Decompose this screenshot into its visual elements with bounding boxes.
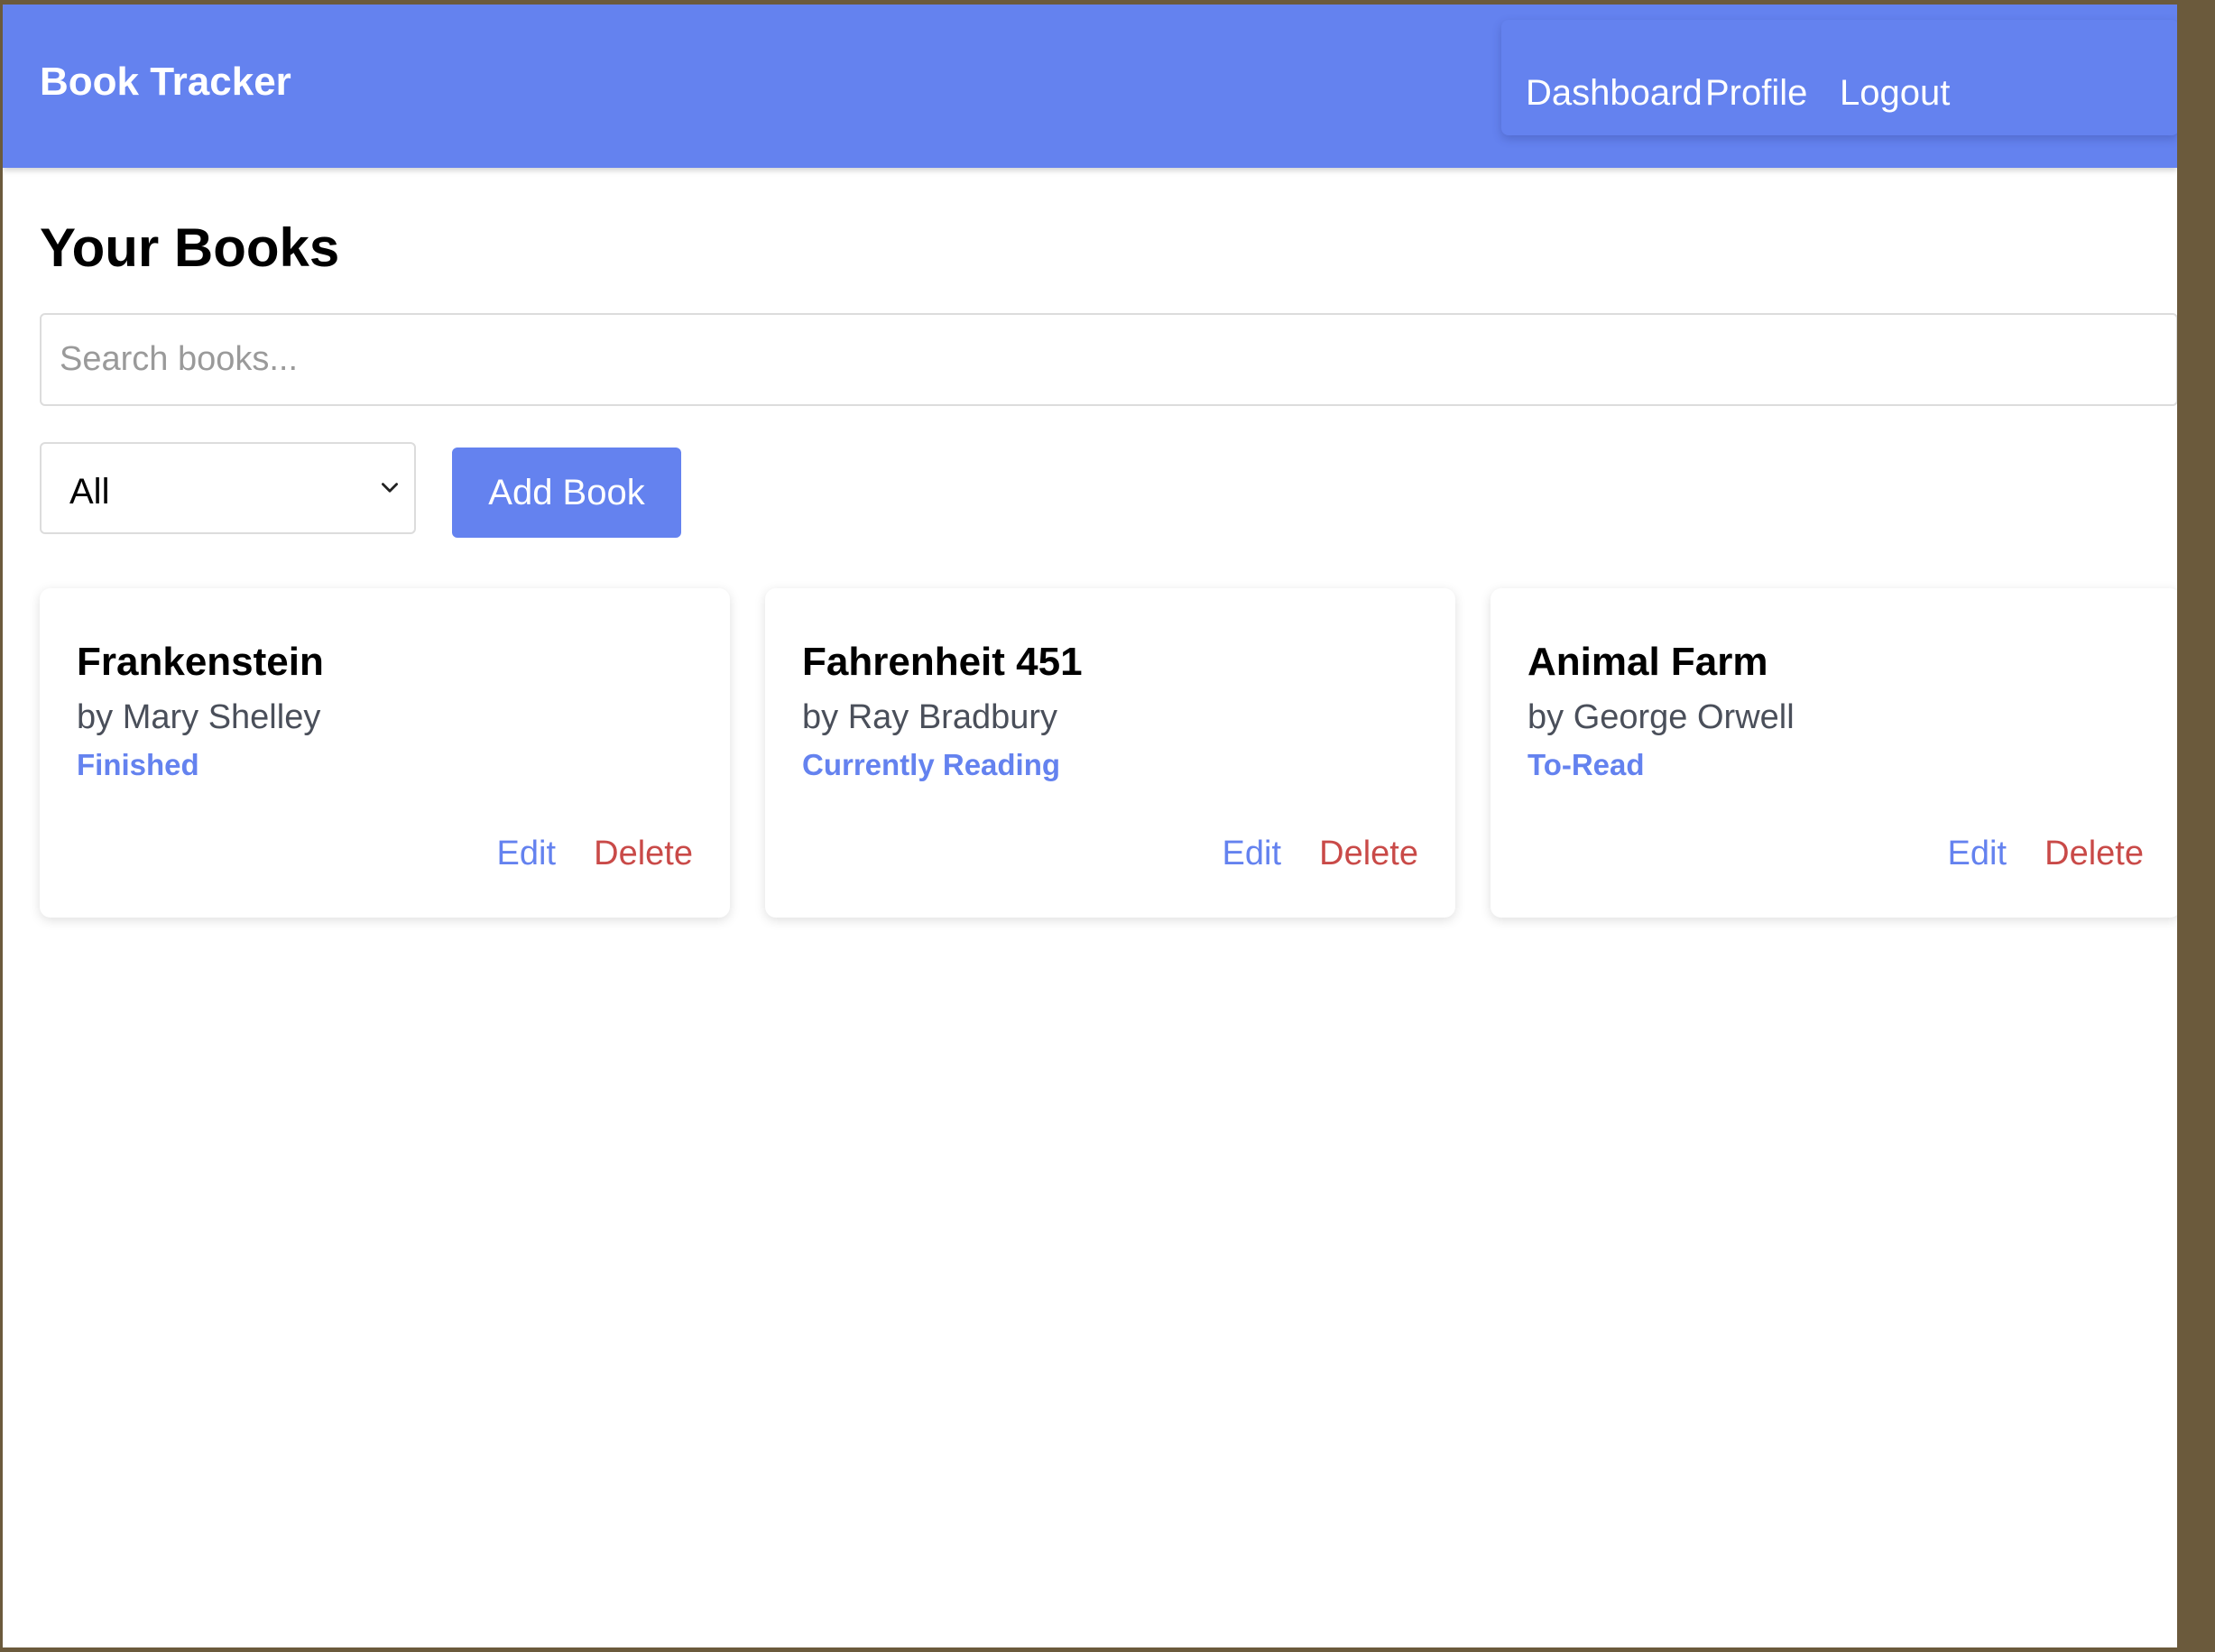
- delete-book-button[interactable]: Delete: [1319, 836, 1418, 871]
- book-author: by George Orwell: [1527, 698, 1795, 736]
- add-book-button[interactable]: Add Book: [452, 448, 681, 538]
- book-title: Fahrenheit 451: [802, 640, 1083, 684]
- edit-book-button[interactable]: Edit: [1223, 836, 1281, 871]
- status-filter-value: All: [69, 472, 110, 512]
- book-status: Currently Reading: [802, 748, 1061, 781]
- book-status: Finished: [77, 748, 199, 781]
- book-author: by Ray Bradbury: [802, 698, 1058, 736]
- nav-link-dashboard[interactable]: Dashboard: [1526, 75, 1703, 111]
- navbar: Book Tracker Dashboard Profile Logout: [3, 5, 2177, 168]
- book-title: Frankenstein: [77, 640, 324, 684]
- search-input[interactable]: [40, 313, 2177, 406]
- book-card: Fahrenheit 451 by Ray Bradbury Currently…: [765, 588, 1455, 918]
- book-status: To-Read: [1527, 748, 1645, 781]
- edit-book-button[interactable]: Edit: [1948, 836, 2007, 871]
- app-brand[interactable]: Book Tracker: [40, 62, 291, 102]
- nav-link-profile[interactable]: Profile: [1705, 75, 1807, 111]
- chevron-down-icon: [382, 483, 398, 493]
- delete-book-button[interactable]: Delete: [594, 836, 693, 871]
- book-title: Animal Farm: [1527, 640, 1768, 684]
- page-title: Your Books: [40, 217, 340, 278]
- nav-link-logout[interactable]: Logout: [1840, 75, 1950, 111]
- book-card: Frankenstein by Mary Shelley Finished Ed…: [40, 588, 730, 918]
- delete-book-button[interactable]: Delete: [2044, 836, 2144, 871]
- edit-book-button[interactable]: Edit: [497, 836, 556, 871]
- status-filter-select[interactable]: All: [40, 442, 416, 534]
- nav-links: Dashboard Profile Logout: [1501, 20, 2177, 135]
- book-author: by Mary Shelley: [77, 698, 321, 736]
- book-card: Animal Farm by George Orwell To-Read Edi…: [1491, 588, 2177, 918]
- app-window: Book Tracker Dashboard Profile Logout Yo…: [3, 5, 2177, 1647]
